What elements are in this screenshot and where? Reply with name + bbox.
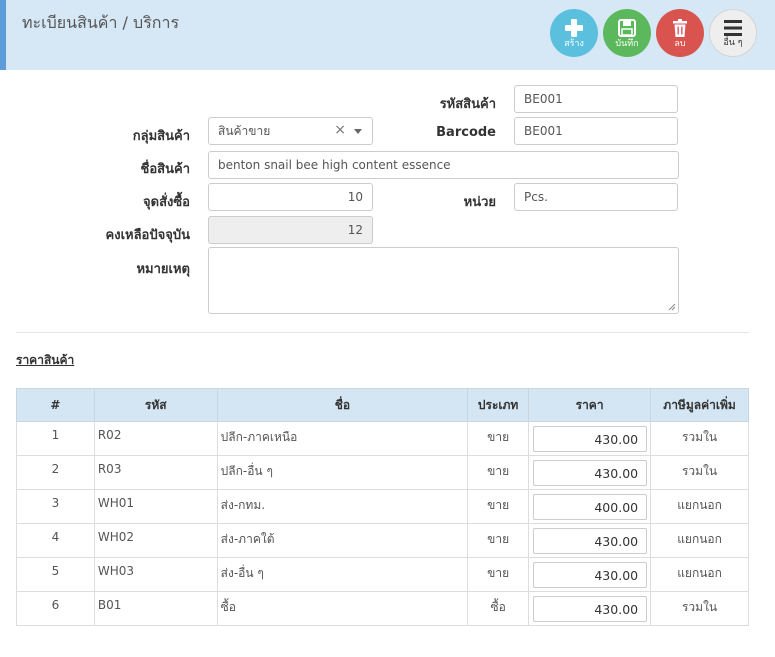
note-textarea[interactable] [208, 247, 679, 314]
price-section-title[interactable]: ราคาสินค้า [16, 351, 74, 370]
delete-button[interactable]: ลบ [656, 9, 704, 57]
row-price-cell: 400.00 [528, 489, 652, 524]
plus-icon [565, 18, 583, 37]
col-header-price: ราคา [528, 388, 652, 422]
row-name: ปลีก-อื่น ๆ [216, 455, 469, 490]
row-code: WH01 [93, 489, 218, 524]
table-row[interactable]: 4 WH02 ส่ง-ภาคใต้ ขาย 430.00 แยกนอก [16, 523, 749, 558]
row-type: ขาย [467, 455, 530, 490]
col-header-code: รหัส [93, 388, 218, 422]
table-row[interactable]: 5 WH03 ส่ง-อื่น ๆ ขาย 430.00 แยกนอก [16, 557, 749, 592]
col-header-type: ประเภท [467, 388, 530, 422]
row-type: ขาย [467, 489, 530, 524]
create-button[interactable]: สร้าง [550, 9, 598, 57]
barcode-label: Barcode [436, 125, 496, 140]
stock-label: คงเหลือปัจจุบัน [105, 228, 190, 243]
reorder-field[interactable]: 10 [208, 183, 373, 211]
section-divider [16, 332, 749, 333]
row-vat: รวมใน [650, 455, 749, 490]
table-row[interactable]: 3 WH01 ส่ง-กทม. ขาย 400.00 แยกนอก [16, 489, 749, 524]
price-input[interactable]: 430.00 [533, 528, 648, 554]
row-price-cell: 430.00 [528, 455, 652, 490]
code-field[interactable]: BE001 [514, 85, 678, 113]
stock-field: 12 [208, 216, 373, 244]
row-price-cell: 430.00 [528, 557, 652, 592]
resize-grip-icon[interactable] [668, 303, 676, 311]
row-code: R02 [93, 421, 218, 456]
row-price-cell: 430.00 [528, 421, 652, 456]
price-input[interactable]: 430.00 [533, 426, 648, 452]
reorder-label: จุดสั่งซื้อ [143, 195, 190, 210]
barcode-field[interactable]: BE001 [514, 117, 678, 145]
row-vat: รวมใน [650, 591, 749, 626]
create-button-label: สร้าง [564, 38, 584, 49]
name-field[interactable]: benton snail bee high content essence [208, 151, 679, 179]
save-button[interactable]: บันทึก [603, 9, 651, 57]
row-price-cell: 430.00 [528, 591, 652, 626]
page-title: ทะเบียนสินค้า / บริการ [22, 13, 180, 32]
row-name: ส่ง-อื่น ๆ [216, 557, 469, 592]
row-code: R03 [93, 455, 218, 490]
note-label: หมายเหตุ [136, 262, 190, 277]
table-row[interactable]: 2 R03 ปลีก-อื่น ๆ ขาย 430.00 รวมใน [16, 455, 749, 490]
row-no: 4 [16, 523, 95, 558]
clear-icon[interactable]: × [334, 122, 346, 138]
row-vat: แยกนอก [650, 489, 749, 524]
action-toolbar: สร้าง บันทึก ลบ อื่น ๆ [550, 9, 757, 57]
more-button-label: อื่น ๆ [723, 37, 743, 48]
code-label: รหัสสินค้า [439, 97, 496, 112]
table-row[interactable]: 6 B01 ซื้อ ซื้อ 430.00 รวมใน [16, 591, 749, 626]
row-code: B01 [93, 591, 218, 626]
trash-icon [673, 18, 687, 37]
row-no: 2 [16, 455, 95, 490]
delete-button-label: ลบ [674, 38, 686, 49]
price-input[interactable]: 430.00 [533, 460, 648, 486]
row-type: ซื้อ [467, 591, 530, 626]
group-select-value: สินค้าขาย [218, 124, 271, 138]
group-label: กลุ่มสินค้า [132, 129, 190, 144]
row-type: ขาย [467, 421, 530, 456]
row-price-cell: 430.00 [528, 523, 652, 558]
row-no: 1 [16, 421, 95, 456]
row-name: ซื้อ [216, 591, 469, 626]
price-table: # รหัส ชื่อ ประเภท ราคา ภาษีมูลค่าเพิ่ม … [16, 388, 749, 626]
name-label: ชื่อสินค้า [140, 162, 190, 177]
table-row[interactable]: 1 R02 ปลีก-ภาคเหนือ ขาย 430.00 รวมใน [16, 421, 749, 456]
more-button[interactable]: อื่น ๆ [709, 9, 757, 57]
row-name: ส่ง-กทม. [216, 489, 469, 524]
row-no: 5 [16, 557, 95, 592]
save-button-label: บันทึก [615, 38, 639, 49]
row-name: ส่ง-ภาคใต้ [216, 523, 469, 558]
row-no: 3 [16, 489, 95, 524]
group-select[interactable]: สินค้าขาย × [208, 117, 373, 145]
menu-icon [724, 19, 742, 36]
row-name: ปลีก-ภาคเหนือ [216, 421, 469, 456]
row-vat: แยกนอก [650, 523, 749, 558]
col-header-name: ชื่อ [216, 388, 469, 422]
price-input[interactable]: 400.00 [533, 494, 648, 520]
row-code: WH03 [93, 557, 218, 592]
col-header-no: # [16, 388, 95, 422]
table-header-row: # รหัส ชื่อ ประเภท ราคา ภาษีมูลค่าเพิ่ม [16, 388, 749, 422]
row-type: ขาย [467, 557, 530, 592]
price-input[interactable]: 430.00 [533, 596, 648, 622]
row-vat: รวมใน [650, 421, 749, 456]
page-header: ทะเบียนสินค้า / บริการ สร้าง บันทึก ลบ อ… [0, 0, 775, 70]
col-header-vat: ภาษีมูลค่าเพิ่ม [650, 388, 749, 422]
row-vat: แยกนอก [650, 557, 749, 592]
price-input[interactable]: 430.00 [533, 562, 648, 588]
save-icon [618, 18, 636, 37]
chevron-down-icon[interactable] [354, 129, 362, 134]
row-no: 6 [16, 591, 95, 626]
unit-field[interactable]: Pcs. [514, 183, 678, 211]
row-type: ขาย [467, 523, 530, 558]
row-code: WH02 [93, 523, 218, 558]
unit-label: หน่วย [463, 195, 496, 210]
